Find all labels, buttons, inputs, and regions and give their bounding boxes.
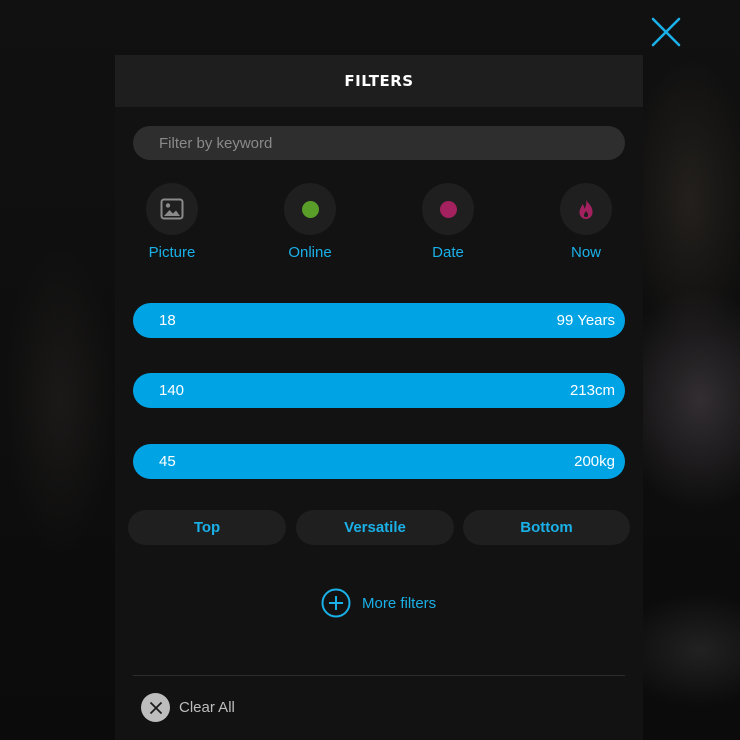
panel-title: FILTERS [344, 72, 414, 90]
flame-icon [579, 199, 593, 219]
height-range-slider[interactable]: 140 213cm [133, 373, 625, 408]
quick-filter-label: Online [288, 244, 332, 261]
more-filters-button[interactable]: More filters [320, 587, 436, 619]
quick-filter-picture[interactable]: Picture [132, 183, 212, 261]
footer-divider [133, 675, 625, 676]
role-label: Top [193, 519, 221, 536]
weight-max-value: 200kg [574, 453, 615, 470]
close-button[interactable] [648, 14, 684, 50]
quick-filter-label: Date [432, 244, 464, 261]
age-min-value: 18 [159, 312, 176, 329]
picture-icon [160, 198, 184, 220]
weight-min-value: 45 [159, 453, 176, 470]
panel-header: FILTERS [115, 55, 643, 107]
quick-filter-label: Now [570, 244, 601, 261]
height-min-value: 140 [159, 382, 185, 399]
quick-filter-date-circle [422, 183, 474, 235]
close-icon [651, 17, 681, 47]
weight-range-slider[interactable]: 45 200kg [133, 444, 625, 479]
role-top-button[interactable]: Top [128, 510, 286, 545]
role-bottom-button[interactable]: Bottom [463, 510, 630, 545]
quick-filter-picture-circle [146, 183, 198, 235]
quick-filter-label: Picture [148, 244, 196, 261]
role-versatile-button[interactable]: Versatile [296, 510, 454, 545]
filters-panel: FILTERS Picture Online Date [115, 55, 643, 740]
clear-all-label: Clear All [179, 699, 235, 716]
quick-filter-now-circle [560, 183, 612, 235]
plus-circle-icon [321, 588, 351, 618]
quick-filter-online[interactable]: Online [270, 183, 350, 261]
more-filters-label: More filters [362, 594, 437, 612]
height-max-value: 213cm [569, 382, 615, 399]
age-range-slider[interactable]: 18 99 Years [133, 303, 625, 338]
date-dot-icon [439, 200, 457, 218]
clear-all-button[interactable]: Clear All [141, 693, 235, 722]
quick-filter-now[interactable]: Now [546, 183, 626, 261]
quick-filter-online-circle [284, 183, 336, 235]
keyword-search-input[interactable] [133, 126, 625, 160]
quick-filter-date[interactable]: Date [408, 183, 488, 261]
role-label: Versatile [344, 519, 406, 536]
online-dot-icon [301, 200, 319, 218]
role-label: Bottom [520, 519, 573, 536]
clear-icon [141, 693, 170, 722]
age-max-value: 99 Years [556, 312, 615, 329]
